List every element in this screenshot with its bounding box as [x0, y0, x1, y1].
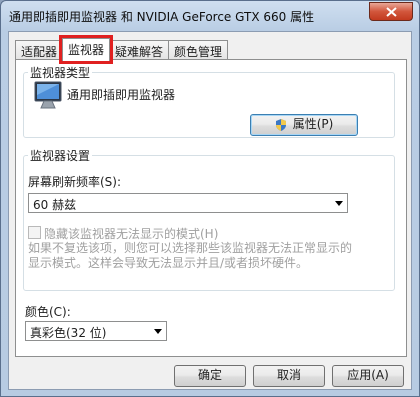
monitor-name: 通用即插即用监视器	[67, 88, 176, 102]
refresh-rate-select[interactable]: 60 赫兹	[28, 193, 348, 213]
monitor-settings-label: 监视器设置	[28, 147, 93, 164]
monitor-type-group: 监视器类型 通用即插即用监视器 属性(P)	[23, 64, 395, 138]
refresh-rate-value: 60 赫兹	[33, 198, 77, 212]
tab-adapter[interactable]: 适配器	[15, 40, 64, 60]
hide-modes-label: 隐藏该监视器无法显示的模式(H)	[44, 227, 219, 241]
close-icon	[385, 6, 397, 17]
shield-icon	[276, 119, 286, 131]
properties-window: 通用即插即用监视器 和 NVIDIA GeForce GTX 660 属性 适配…	[0, 0, 420, 397]
dialog-client: 适配器 监视器 疑难解答 颜色管理 监视器类型 通用即插即用监视器 属性(P) …	[8, 31, 412, 390]
apply-button[interactable]: 应用(A)	[332, 365, 404, 387]
properties-button[interactable]: 属性(P)	[250, 114, 358, 136]
chevron-down-icon	[154, 329, 162, 334]
color-label: 颜色(C):	[25, 305, 71, 319]
hide-modes-description: 如果不复选该项，则您可以选择那些该监视器无法正常显示的显示模式。这样会导致无法显…	[28, 241, 353, 270]
tab-monitor[interactable]: 监视器	[59, 35, 114, 64]
tab-troubleshoot[interactable]: 疑难解答	[109, 40, 170, 60]
monitor-icon	[34, 81, 62, 109]
color-depth-value: 真彩色(32 位)	[30, 326, 107, 340]
title-bar[interactable]: 通用即插即用监视器 和 NVIDIA GeForce GTX 660 属性	[1, 1, 419, 31]
properties-button-label: 属性(P)	[292, 117, 334, 131]
ok-button[interactable]: 确定	[174, 365, 246, 387]
cancel-button[interactable]: 取消	[253, 365, 325, 387]
window-title: 通用即插即用监视器 和 NVIDIA GeForce GTX 660 属性	[9, 10, 315, 24]
chevron-down-icon	[335, 201, 343, 206]
hide-modes-checkbox[interactable]	[28, 226, 41, 239]
monitor-tab-panel: 监视器类型 通用即插即用监视器 属性(P) 监视器设置 屏幕刷新频率(S): 6…	[15, 59, 407, 357]
tab-color-management[interactable]: 颜色管理	[168, 40, 229, 60]
tab-strip: 适配器 监视器 疑难解答 颜色管理	[15, 35, 229, 64]
refresh-rate-label: 屏幕刷新频率(S):	[28, 175, 122, 189]
color-depth-select[interactable]: 真彩色(32 位)	[25, 321, 167, 341]
close-button[interactable]	[369, 2, 413, 21]
monitor-settings-group: 监视器设置 屏幕刷新频率(S): 60 赫兹 隐藏该监视器无法显示的模式(H) …	[23, 147, 395, 291]
monitor-type-label: 监视器类型	[28, 64, 93, 81]
